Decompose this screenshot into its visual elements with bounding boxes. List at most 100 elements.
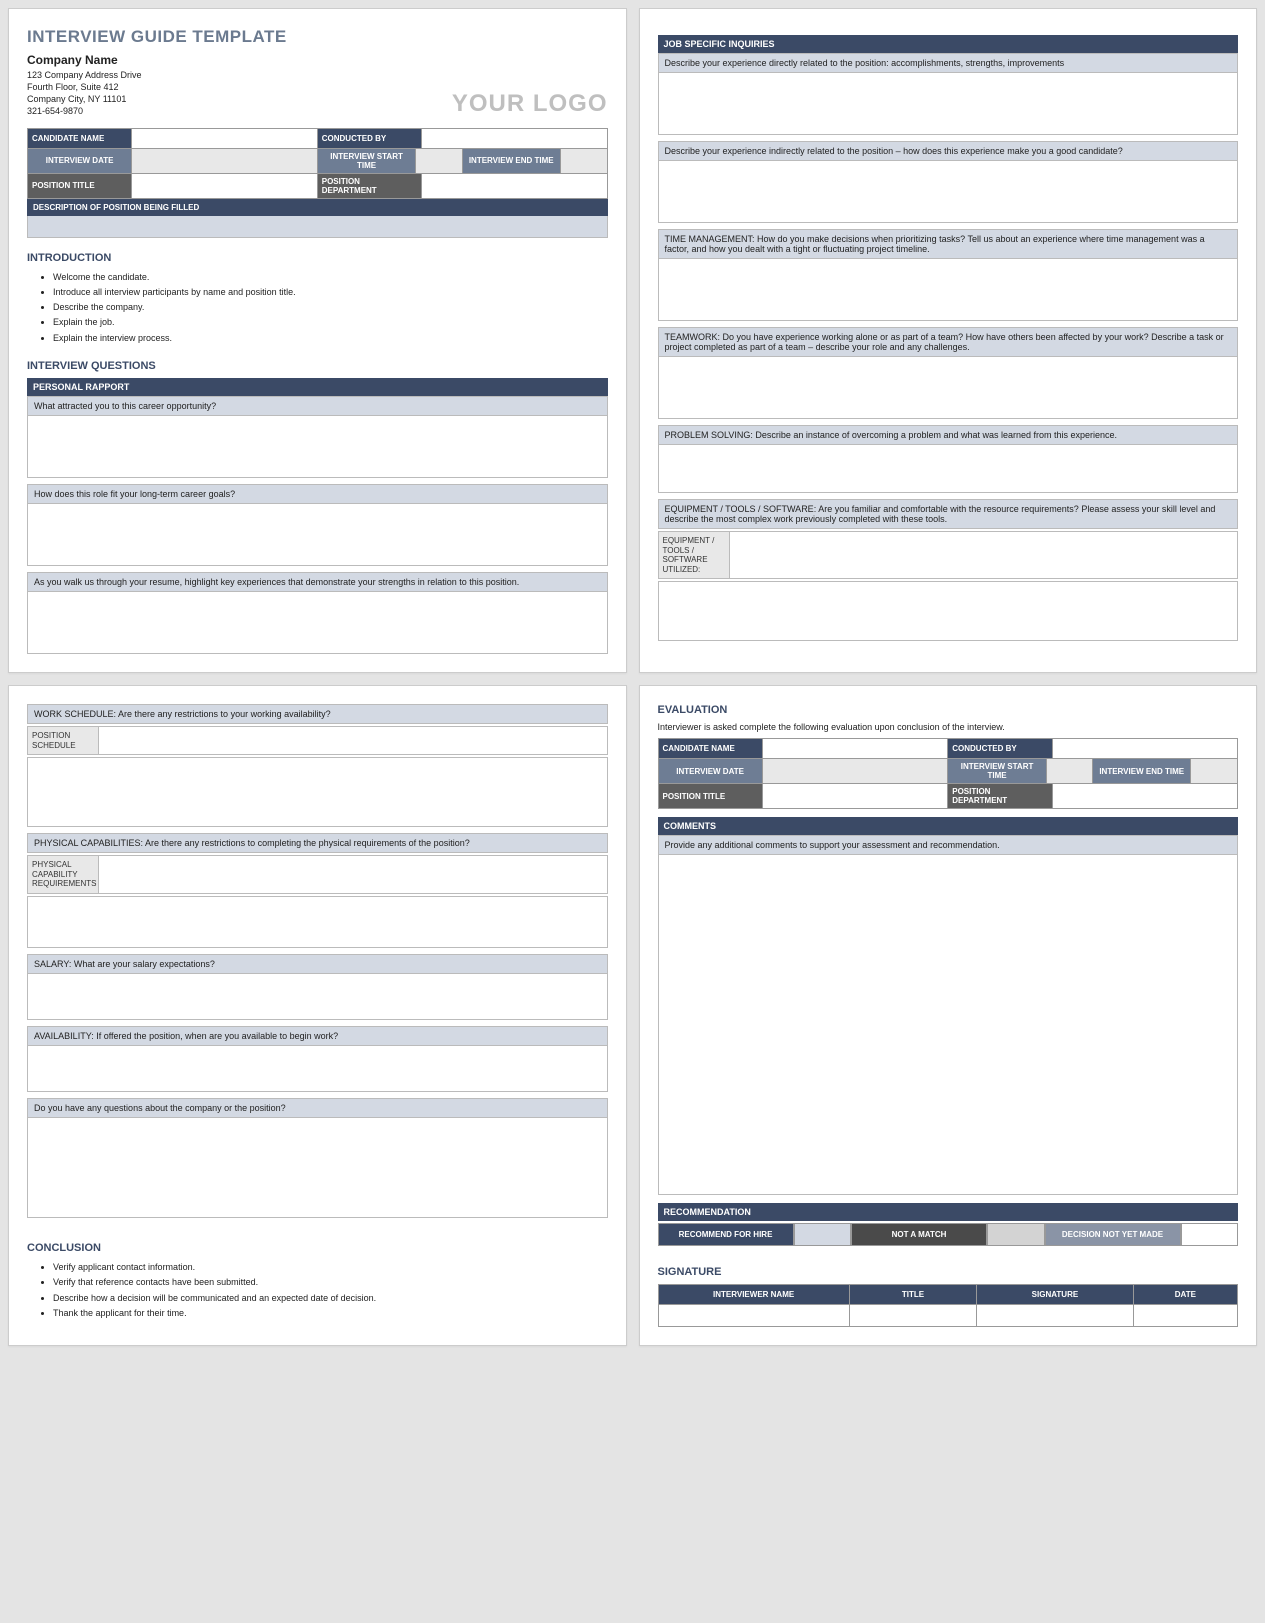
intro-list: Welcome the candidate. Introduce all int… xyxy=(27,270,608,346)
question: AVAILABILITY: If offered the position, w… xyxy=(27,1026,608,1046)
answer-box[interactable] xyxy=(27,1118,608,1218)
input-start-time[interactable] xyxy=(1046,759,1092,783)
col-interviewer-name: INTERVIEWER NAME xyxy=(658,1285,849,1305)
list-item: Verify that reference contacts have been… xyxy=(53,1275,608,1290)
evaluation-intro: Interviewer is asked complete the follow… xyxy=(658,722,1239,732)
rec-option-no-match: NOT A MATCH xyxy=(851,1223,987,1246)
answer-box[interactable] xyxy=(27,974,608,1020)
rec-check-hire[interactable] xyxy=(794,1223,851,1246)
address-line: 123 Company Address Drive xyxy=(27,69,287,81)
input-physical-capability[interactable] xyxy=(99,855,608,894)
address-line: Company City, NY 11101 xyxy=(27,93,287,105)
input-title[interactable] xyxy=(849,1305,976,1327)
section-introduction: INTRODUCTION xyxy=(27,252,608,264)
input-position-schedule[interactable] xyxy=(99,726,608,755)
label-candidate-name: CANDIDATE NAME xyxy=(28,128,132,148)
question: As you walk us through your resume, high… xyxy=(27,572,608,592)
answer-box[interactable] xyxy=(658,357,1239,419)
list-item: Explain the job. xyxy=(53,315,608,330)
col-title: TITLE xyxy=(849,1285,976,1305)
label-interview-date: INTERVIEW DATE xyxy=(28,148,132,173)
label-conducted-by: CONDUCTED BY xyxy=(317,128,421,148)
label-interview-date: INTERVIEW DATE xyxy=(658,759,762,784)
list-item: Thank the applicant for their time. xyxy=(53,1306,608,1321)
conclusion-list: Verify applicant contact information. Ve… xyxy=(27,1260,608,1321)
input-conducted-by[interactable] xyxy=(422,128,607,148)
col-signature: SIGNATURE xyxy=(977,1285,1133,1305)
input-position-title[interactable] xyxy=(762,784,947,809)
label-physical-capability: PHYSICAL CAPABILITY REQUIREMENTS xyxy=(27,855,99,894)
section-evaluation: EVALUATION xyxy=(658,704,1239,716)
label-description: DESCRIPTION OF POSITION BEING FILLED xyxy=(27,199,608,216)
input-interviewer-name[interactable] xyxy=(658,1305,849,1327)
label-candidate-name: CANDIDATE NAME xyxy=(658,739,762,759)
label-end-time: INTERVIEW END TIME xyxy=(462,149,560,173)
answer-box[interactable] xyxy=(27,757,608,827)
answer-box[interactable] xyxy=(27,592,608,654)
label-start-time: INTERVIEW START TIME xyxy=(948,759,1046,783)
answer-box[interactable] xyxy=(658,73,1239,135)
section-conclusion: CONCLUSION xyxy=(27,1242,608,1254)
input-start-time[interactable] xyxy=(416,149,462,173)
col-date: DATE xyxy=(1133,1285,1237,1305)
question: What attracted you to this career opport… xyxy=(27,396,608,416)
list-item: Explain the interview process. xyxy=(53,331,608,346)
label-position-dept: POSITION DEPARTMENT xyxy=(317,173,421,198)
input-interview-date[interactable] xyxy=(762,759,947,784)
input-candidate-name[interactable] xyxy=(762,739,947,759)
label-position-title: POSITION TITLE xyxy=(28,173,132,198)
section-signature: SIGNATURE xyxy=(658,1266,1239,1278)
comments-box[interactable] xyxy=(658,855,1239,1195)
signature-table: INTERVIEWER NAME TITLE SIGNATURE DATE xyxy=(658,1284,1239,1327)
label-start-time: INTERVIEW START TIME xyxy=(318,149,416,173)
answer-box[interactable] xyxy=(27,1046,608,1092)
logo-placeholder: YOUR LOGO xyxy=(452,90,608,118)
question: PROBLEM SOLVING: Describe an instance of… xyxy=(658,425,1239,445)
input-conducted-by[interactable] xyxy=(1052,739,1237,759)
input-description[interactable] xyxy=(27,216,608,238)
answer-box[interactable] xyxy=(658,161,1239,223)
company-name: Company Name xyxy=(27,53,287,67)
info-table: CANDIDATE NAME CONDUCTED BY INTERVIEW DA… xyxy=(27,128,608,199)
input-candidate-name[interactable] xyxy=(132,128,317,148)
answer-box[interactable] xyxy=(27,896,608,948)
answer-box[interactable] xyxy=(27,416,608,478)
input-position-dept[interactable] xyxy=(1052,784,1237,809)
section-interview-questions: INTERVIEW QUESTIONS xyxy=(27,360,608,372)
question: Describe your experience directly relate… xyxy=(658,53,1239,73)
list-item: Introduce all interview participants by … xyxy=(53,285,608,300)
input-position-dept[interactable] xyxy=(422,173,607,198)
phone: 321-654-9870 xyxy=(27,105,287,117)
answer-box[interactable] xyxy=(27,504,608,566)
bar-personal-rapport: PERSONAL RAPPORT xyxy=(27,378,608,396)
list-item: Describe how a decision will be communic… xyxy=(53,1291,608,1306)
answer-box[interactable] xyxy=(658,581,1239,641)
bar-job-specific: JOB SPECIFIC INQUIRIES xyxy=(658,35,1239,53)
rec-check-no-match[interactable] xyxy=(987,1223,1044,1246)
list-item: Describe the company. xyxy=(53,300,608,315)
input-equipment[interactable] xyxy=(730,531,1239,579)
page-1: INTERVIEW GUIDE TEMPLATE Company Name 12… xyxy=(8,8,627,673)
label-end-time: INTERVIEW END TIME xyxy=(1093,759,1191,783)
input-interview-date[interactable] xyxy=(132,148,317,173)
page-4: EVALUATION Interviewer is asked complete… xyxy=(639,685,1258,1346)
input-end-time[interactable] xyxy=(1191,759,1237,783)
input-end-time[interactable] xyxy=(560,149,606,173)
eval-info-table: CANDIDATE NAME CONDUCTED BY INTERVIEW DA… xyxy=(658,738,1239,809)
doc-title: INTERVIEW GUIDE TEMPLATE xyxy=(27,27,287,47)
comments-prompt: Provide any additional comments to suppo… xyxy=(658,835,1239,855)
rec-option-undecided: DECISION NOT YET MADE xyxy=(1045,1223,1181,1246)
label-conducted-by: CONDUCTED BY xyxy=(948,739,1052,759)
rec-check-undecided[interactable] xyxy=(1181,1223,1238,1246)
input-position-title[interactable] xyxy=(132,173,317,198)
bar-recommendation: RECOMMENDATION xyxy=(658,1203,1239,1221)
input-signature[interactable] xyxy=(977,1305,1133,1327)
answer-box[interactable] xyxy=(658,259,1239,321)
address-line: Fourth Floor, Suite 412 xyxy=(27,81,287,93)
input-date[interactable] xyxy=(1133,1305,1237,1327)
question: Do you have any questions about the comp… xyxy=(27,1098,608,1118)
question: PHYSICAL CAPABILITIES: Are there any res… xyxy=(27,833,608,853)
question: SALARY: What are your salary expectation… xyxy=(27,954,608,974)
answer-box[interactable] xyxy=(658,445,1239,493)
label-equipment: EQUIPMENT / TOOLS / SOFTWARE UTILIZED: xyxy=(658,531,730,579)
